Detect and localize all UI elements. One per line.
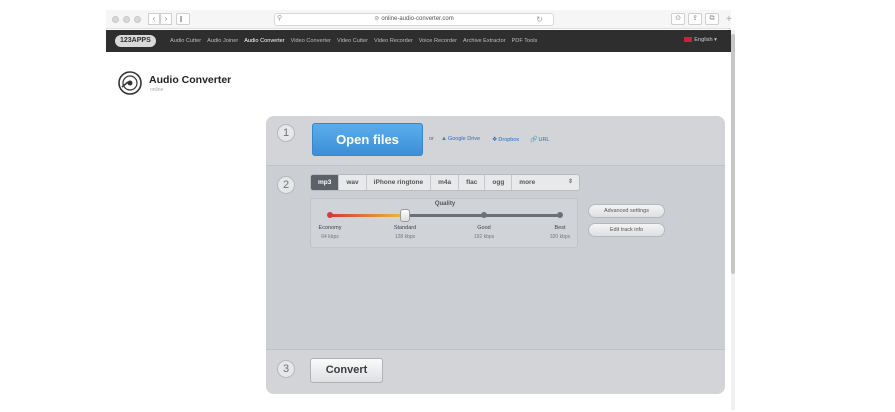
or-label: or [429, 136, 434, 142]
format-ogg[interactable]: ogg [485, 175, 513, 190]
nav-audio-converter[interactable]: Audio Converter [244, 38, 284, 44]
convert-button[interactable]: Convert [310, 358, 383, 383]
quality-name-good: Good [477, 225, 491, 231]
minimize-window-icon[interactable] [123, 16, 130, 23]
step-number-3: 3 [277, 360, 295, 378]
step-open-files: 1 Open files or ▲Google Drive ❖Dropbox 🔗… [266, 116, 725, 166]
google-drive-icon: ▲ [441, 136, 447, 142]
share-icon[interactable]: ⇪ [688, 13, 702, 25]
uk-flag-icon [684, 37, 693, 43]
scrollbar-thumb[interactable] [731, 34, 735, 274]
quality-kbps-economy: 64 kbps [321, 234, 339, 240]
format-iphone-ringtone[interactable]: iPhone ringtone [367, 175, 432, 190]
link-icon: 🔗 [530, 137, 538, 143]
nav-audio-cutter[interactable]: Audio Cutter [170, 38, 201, 44]
open-files-button[interactable]: Open files [312, 123, 423, 156]
forward-icon[interactable]: › [160, 13, 172, 25]
url-label: URL [538, 137, 550, 143]
quality-track-fill [330, 214, 406, 217]
quality-slider-box: Quality Economy 64 kbps Standard 128 kbp… [310, 198, 578, 248]
quality-label: Quality [434, 201, 456, 207]
dropbox-icon: ❖ [492, 137, 498, 143]
quality-name-economy: Economy [318, 225, 342, 231]
step-number-2: 2 [277, 176, 295, 194]
google-drive-link[interactable]: ▲Google Drive [441, 136, 480, 142]
quality-stop-economy[interactable] [327, 212, 333, 218]
edit-track-info-button[interactable]: Edit track info [588, 223, 665, 237]
format-flac[interactable]: flac [459, 175, 486, 190]
format-tabs: mp3 wav iPhone ringtone m4a flac ogg mor… [310, 174, 580, 191]
quality-name-standard: Standard [393, 225, 417, 231]
search-icon[interactable]: ⚲ [277, 14, 282, 22]
url-link[interactable]: 🔗URL [530, 136, 550, 143]
language-selector[interactable]: English ▾ [684, 37, 717, 43]
close-window-icon[interactable] [112, 16, 119, 23]
step-format-settings: 2 mp3 wav iPhone ringtone m4a flac ogg m… [266, 166, 725, 350]
nav-video-recorder[interactable]: Video Recorder [374, 38, 413, 44]
step-number-1: 1 [277, 124, 295, 142]
quality-slider-handle[interactable] [400, 209, 410, 222]
app-title: Audio Converter [149, 74, 232, 86]
app-subtitle: online [150, 87, 164, 93]
back-icon[interactable]: ‹ [148, 13, 160, 25]
format-m4a[interactable]: m4a [431, 175, 460, 190]
downloads-icon[interactable]: ⊙ [671, 13, 685, 25]
vinyl-record-icon [118, 71, 142, 95]
converter-panel: 1 Open files or ▲Google Drive ❖Dropbox 🔗… [266, 116, 725, 394]
quality-stop-best[interactable] [557, 212, 563, 218]
zoom-window-icon[interactable] [134, 16, 141, 23]
reload-icon[interactable]: ↻ [536, 14, 543, 25]
address-bar[interactable]: ⊘ online-audio-converter.com ↻ [274, 13, 554, 26]
language-label: English [694, 37, 713, 43]
nav-video-converter[interactable]: Video Converter [291, 38, 331, 44]
google-drive-label: Google Drive [447, 136, 481, 142]
dropbox-label: Dropbox [498, 137, 520, 143]
dropbox-link[interactable]: ❖Dropbox [492, 136, 519, 143]
nav-archive-extractor[interactable]: Archive Extractor [463, 38, 506, 44]
browser-toolbar: ‹ › ⊘ online-audio-converter.com ↻ ⚲ ⊙ ⇪ … [106, 10, 731, 29]
tabs-overview-icon[interactable]: ⧉ [705, 13, 719, 25]
url-text: online-audio-converter.com [381, 16, 454, 22]
quality-name-best: Best [554, 225, 566, 231]
nav-video-cutter[interactable]: Video Cutter [337, 38, 368, 44]
new-tab-icon[interactable]: + [726, 14, 895, 25]
nav-pdf-tools[interactable]: PDF Tools [512, 38, 538, 44]
site-nav: 123APPS Audio Cutter Audio Joiner Audio … [106, 30, 731, 52]
advanced-settings-button[interactable]: Advanced settings [588, 204, 665, 218]
nav-voice-recorder[interactable]: Voice Recorder [419, 38, 457, 44]
format-mp3[interactable]: mp3 [311, 175, 340, 190]
quality-kbps-good: 192 kbps [473, 234, 495, 240]
lock-icon: ⊘ [374, 16, 380, 22]
brand-logo[interactable]: 123APPS [115, 35, 156, 47]
quality-kbps-standard: 128 kbps [394, 234, 416, 240]
window-controls [112, 16, 141, 23]
nav-links: Audio Cutter Audio Joiner Audio Converte… [170, 30, 537, 52]
format-more-select[interactable]: more [512, 175, 579, 190]
step-convert: 3 Convert [266, 350, 725, 394]
nav-audio-joiner[interactable]: Audio Joiner [207, 38, 238, 44]
quality-stop-good[interactable] [481, 212, 487, 218]
sidebar-toggle-icon[interactable] [176, 13, 190, 25]
quality-kbps-best: 320 kbps [549, 234, 571, 240]
format-wav[interactable]: wav [339, 175, 367, 190]
